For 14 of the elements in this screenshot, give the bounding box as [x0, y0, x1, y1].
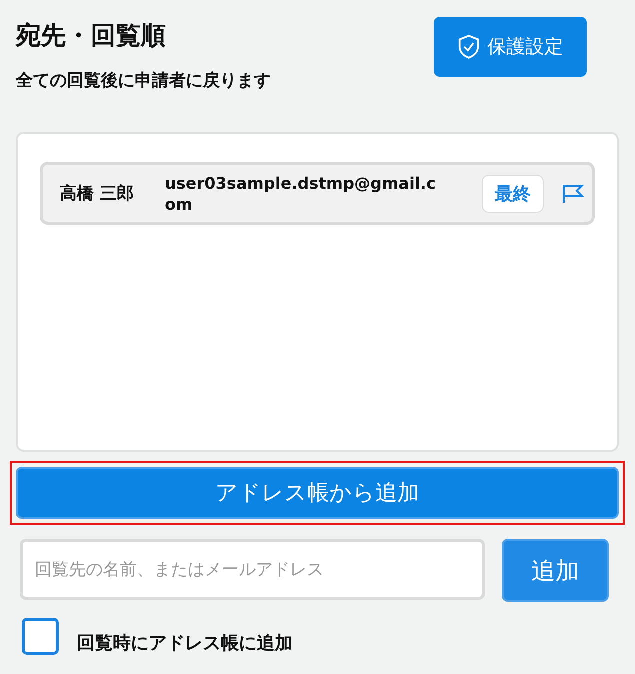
checkbox[interactable] [22, 618, 59, 655]
checkbox-label: 回覧時にアドレス帳に追加 [77, 632, 293, 654]
recipient-row[interactable]: 高橋 三郎 user03sample.dstmp@gmail.com 最終 [40, 162, 595, 225]
recipient-input-field[interactable]: 回覧先の名前、またはメールアドレス [20, 539, 485, 600]
add-from-address-book-button[interactable]: アドレス帳から追加 [16, 467, 619, 519]
subtitle: 全ての回覧後に申請者に戻ります [16, 70, 271, 92]
protect-settings-button[interactable]: 保護設定 [434, 17, 587, 77]
recipient-name: 高橋 三郎 [60, 183, 135, 205]
shield-check-icon [458, 34, 480, 60]
recipient-email: user03sample.dstmp@gmail.com [165, 172, 437, 214]
add-button[interactable]: 追加 [502, 539, 609, 602]
section-title: 宛先・回覧順 [16, 21, 167, 51]
flag-icon [562, 184, 584, 204]
final-badge: 最終 [482, 174, 544, 212]
